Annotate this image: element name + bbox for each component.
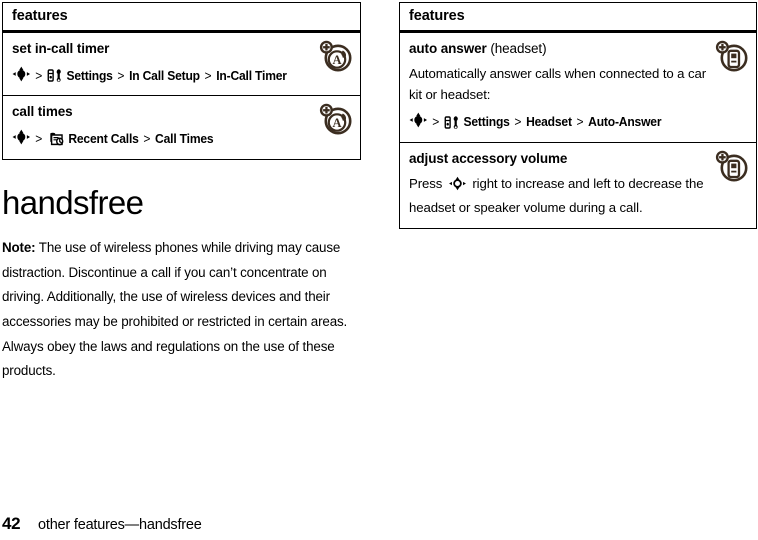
svg-text:A: A	[332, 116, 341, 130]
recent-calls-icon	[47, 131, 65, 147]
page-title: handsfree	[2, 184, 144, 221]
feature-title: auto answer (headset)	[409, 39, 710, 59]
table-row: set in-call timer > Settings > In Call S…	[3, 33, 360, 97]
nav-key-outline-icon	[448, 176, 467, 197]
note-paragraph: Note: The use of wireless phones while d…	[2, 236, 364, 384]
manual-page: features set in-call timer > Settings > …	[0, 0, 758, 540]
feature-description: Automatically answer calls when connecte…	[409, 65, 706, 102]
table-row: adjust accessory volume Press right to i…	[400, 143, 756, 227]
menu-path-separator: >	[514, 114, 522, 130]
table-header-features: features	[400, 3, 756, 33]
accessory-audio-icon: A	[318, 39, 354, 75]
menu-path: > Settings > Headset > Auto-Answer	[409, 112, 689, 133]
menu-item-label: Settings	[463, 114, 510, 130]
table-row: call times > Recent Calls > Call Times A	[3, 96, 360, 158]
feature-title: call times	[12, 104, 73, 120]
table-row: auto answer (headset) Automatically answ…	[400, 33, 756, 144]
settings-icon	[47, 68, 63, 84]
feature-title: adjust accessory volume	[409, 149, 710, 169]
svg-text:A: A	[332, 53, 341, 67]
menu-path: > Recent Calls > Call Times	[12, 129, 293, 150]
note-label: Note:	[2, 240, 36, 255]
feature-title-bold: auto answer	[409, 41, 487, 56]
menu-path-separator: >	[117, 67, 125, 83]
menu-item-label: In Call Setup	[129, 67, 200, 83]
nav-key-icon	[12, 129, 31, 150]
menu-item-label: Recent Calls	[68, 131, 139, 147]
nav-key-icon	[12, 66, 31, 87]
accessory-headset-icon	[714, 39, 750, 75]
accessory-headset-icon	[714, 149, 750, 185]
nav-key-icon	[409, 112, 428, 133]
page-footer: 42 other features—handsfree	[2, 514, 202, 534]
settings-icon	[444, 115, 460, 131]
feature-title-bold: adjust accessory volume	[409, 151, 568, 167]
menu-item-label: Settings	[66, 67, 113, 83]
accessory-audio-icon: A	[318, 102, 354, 138]
menu-item-label: Auto-Answer	[588, 114, 662, 130]
menu-path-separator: >	[35, 67, 43, 83]
menu-path-separator: >	[35, 131, 43, 147]
footer-section-label: other features—handsfree	[38, 517, 202, 533]
menu-path-separator: >	[204, 67, 212, 83]
feature-description-before: Press	[409, 175, 446, 191]
feature-title: set in-call timer	[12, 41, 110, 56]
footer-page-number: 42	[2, 514, 21, 533]
menu-item-label: In-Call Timer	[216, 67, 287, 83]
menu-item-label: Headset	[526, 114, 572, 130]
table-header-features: features	[3, 3, 360, 33]
feature-title-qualifier: (headset)	[486, 41, 547, 56]
note-text: The use of wireless phones while driving…	[2, 240, 348, 379]
feature-description: Press right to increase and left to decr…	[409, 173, 710, 219]
left-features-table: features set in-call timer > Settings > …	[2, 2, 361, 160]
right-features-table: features auto answer (headset) Automatic…	[399, 2, 757, 229]
menu-path: > Settings > In Call Setup > In-Call Tim…	[12, 66, 293, 87]
menu-path-separator: >	[143, 131, 151, 147]
menu-path-separator: >	[432, 114, 440, 130]
menu-item-label: Call Times	[155, 131, 214, 147]
menu-path-separator: >	[576, 114, 584, 130]
